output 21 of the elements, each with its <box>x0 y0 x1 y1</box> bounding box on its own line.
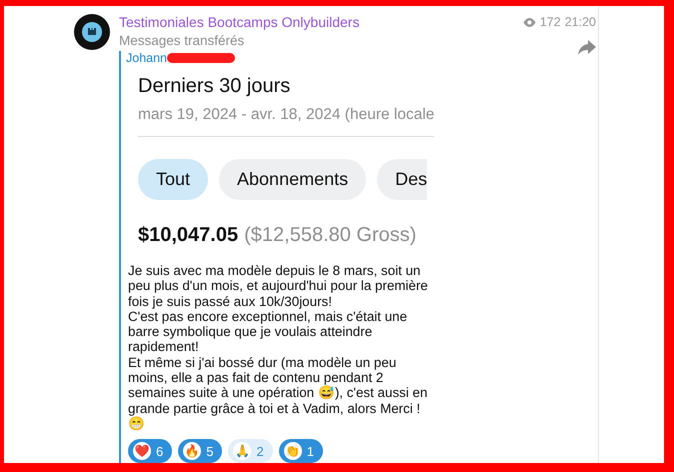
filter-chip[interactable]: Tout <box>138 159 208 200</box>
filter-chip[interactable]: Des <box>377 159 428 200</box>
gross-amount: ($12,558.80 Gross) <box>244 224 416 247</box>
view-count: 172 <box>540 15 561 29</box>
reaction-button[interactable]: 👏 1 <box>278 439 323 464</box>
period-title: Derniers 30 jours <box>138 75 292 98</box>
date-range: mars 19, 2024 - avr. 18, 2024 (heure locale <box>138 106 434 124</box>
channel-avatar-icon[interactable] <box>74 14 110 50</box>
author-name[interactable]: Johann <box>126 51 168 65</box>
filter-chip[interactable]: Abonnements <box>219 159 366 200</box>
reaction-button[interactable]: 🙏 2 <box>228 439 273 464</box>
forwarded-label: Messages transférés <box>119 33 244 48</box>
message-time: 21:20 <box>564 15 596 29</box>
eye-icon <box>522 18 536 26</box>
redaction-mark <box>167 53 236 63</box>
net-amount: $10,047.05 <box>138 224 238 247</box>
reaction-button[interactable]: 🔥 5 <box>178 439 222 464</box>
message-text: Je suis avec ma modèle depuis le 8 mars, soit un peu plus d'un mois, et aujourd'hui pour la première fois je suis passé aux 10k/30jours! C'est pas encore exceptionnel, mais c'était une barre symbolique que je voulais atteindre rapidement! Et même si j'ai bossé dur (ma modèle un peu moins, elle a pas fait de contenu pendant 2 semaines suite à une opération 😅), c'est aussi en grande partie grâce à toi et à Vadim, alors Merci ! 😁 <box>128 263 429 432</box>
channel-name[interactable]: Testimoniales Bootcamps Onlybuilders <box>119 14 360 30</box>
share-arrow-icon[interactable] <box>578 40 596 55</box>
reaction-button[interactable]: ❤ 6 <box>128 439 172 464</box>
